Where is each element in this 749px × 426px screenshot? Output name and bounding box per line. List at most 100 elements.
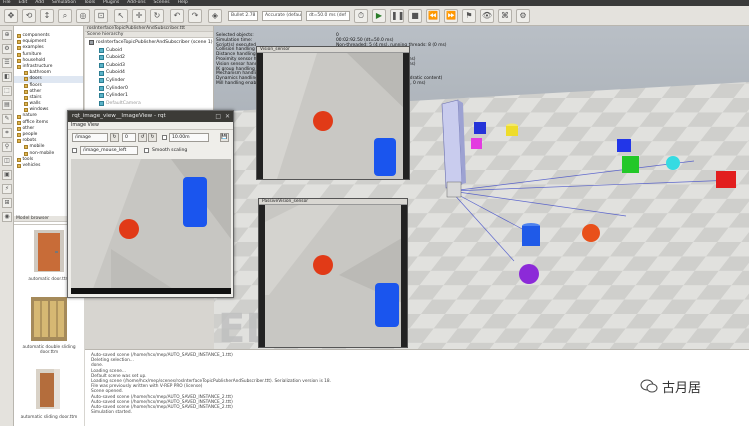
folder-icon bbox=[24, 71, 28, 76]
thumbnail-caption: automatic double sliding door.ttm bbox=[22, 345, 76, 355]
passive-vision-sensor-window[interactable]: PassiveVision_sensor bbox=[258, 198, 408, 348]
folder-icon bbox=[17, 40, 21, 45]
scene-tool-11-button[interactable]: ▣ bbox=[2, 170, 12, 180]
speed-up-button[interactable]: ⏩ bbox=[444, 9, 458, 23]
rotate-camera-button[interactable]: ⟲ bbox=[22, 9, 36, 23]
camera-angle-button[interactable]: ◎ bbox=[76, 9, 90, 23]
redo-button[interactable]: ↷ bbox=[188, 9, 202, 23]
folder-icon bbox=[17, 46, 21, 51]
thumbnail-caption: automatic sliding door.ttm bbox=[20, 415, 78, 420]
blue-cube bbox=[474, 122, 486, 134]
scene-tool-4-button[interactable]: ◧ bbox=[2, 72, 12, 82]
mouse-topic-field[interactable]: /image_mouse_left bbox=[80, 146, 138, 155]
shape-icon bbox=[99, 101, 104, 107]
scene-tool-8-button[interactable]: ⌗ bbox=[2, 128, 12, 138]
shift-camera-button[interactable]: ↕ bbox=[40, 9, 54, 23]
physics-engine-select[interactable]: Bullet 2.78 bbox=[228, 11, 258, 21]
shape-icon bbox=[99, 93, 104, 99]
scene-object-label: Cuboid bbox=[106, 47, 123, 53]
scene-object-item[interactable]: Cylinder bbox=[89, 77, 213, 85]
double-door-thumbnail-image bbox=[31, 297, 67, 341]
rqt-title-bar[interactable]: rqt_image_view__ImageView - rqt ✕ □ bbox=[68, 111, 233, 122]
scene-tool-12-button[interactable]: ⚡ bbox=[2, 184, 12, 194]
folder-icon bbox=[24, 89, 28, 94]
scene-tool-14-button[interactable]: ◉ bbox=[2, 212, 12, 222]
scene-tool-3-button[interactable]: ☰ bbox=[2, 58, 12, 68]
folder-icon bbox=[24, 83, 28, 88]
rotate-right-icon[interactable]: ↻ bbox=[148, 133, 157, 142]
zoom-spinbox[interactable]: 10.00m bbox=[169, 133, 209, 142]
left-toolbar: ⊕ ⚙ ☰ ◧ ⬚ ▤ ✎ ⌗ ⚲ ◫ ▣ ⚡ ⊞ ◉ bbox=[0, 26, 14, 426]
rqt-image-view-window[interactable]: rqt_image_view__ImageView - rqt ✕ □ Imag… bbox=[67, 110, 234, 298]
main-toolbar: ✥ ⟲ ↕ ⌕ ◎ ⊡ ↖ ✛ ↻ ↶ ↷ ◈ Bullet 2.78 Accu… bbox=[0, 6, 749, 26]
rotate-object-button[interactable]: ↻ bbox=[150, 9, 164, 23]
wechat-icon bbox=[640, 379, 658, 393]
visualization-button[interactable]: 👁 bbox=[480, 9, 494, 23]
fit-to-view-button[interactable]: ⊡ bbox=[94, 9, 108, 23]
folder-icon bbox=[24, 95, 28, 100]
scene-object-item[interactable]: DefaultCamera bbox=[89, 100, 213, 108]
settings-button[interactable]: ⚙ bbox=[516, 9, 530, 23]
rotation-select[interactable]: 0 bbox=[122, 133, 136, 142]
scene-tool-13-button[interactable]: ⊞ bbox=[2, 198, 12, 208]
pause-simulation-button[interactable]: ❚❚ bbox=[390, 9, 404, 23]
mouse-publish-checkbox[interactable] bbox=[72, 148, 77, 153]
rotate-left-icon[interactable]: ↺ bbox=[138, 133, 147, 142]
scene-tool-2-button[interactable]: ⚙ bbox=[2, 44, 12, 54]
scene-tool-9-button[interactable]: ⚲ bbox=[2, 142, 12, 152]
realtime-button[interactable]: ⏱ bbox=[354, 9, 368, 23]
accuracy-select[interactable]: Accurate (default) bbox=[262, 11, 302, 21]
move-camera-button[interactable]: ✥ bbox=[4, 9, 18, 23]
start-simulation-button[interactable]: ▶ bbox=[372, 9, 386, 23]
scene-object-item[interactable]: Cylinder0 bbox=[89, 85, 213, 93]
scene-root-item[interactable]: rosInterfaceTopicPublisherAndSubscriber … bbox=[89, 39, 213, 47]
scene-object-label: Cylinder0 bbox=[106, 85, 128, 91]
close-icon[interactable]: ✕ bbox=[225, 111, 230, 122]
dynamic-range-checkbox[interactable] bbox=[162, 135, 167, 140]
timestep-select[interactable]: dt=50.0 ms (def bbox=[306, 11, 350, 21]
folder-icon bbox=[17, 34, 21, 39]
zoom-camera-button[interactable]: ⌕ bbox=[58, 9, 72, 23]
folder-icon bbox=[17, 52, 21, 57]
translate-object-button[interactable]: ✛ bbox=[132, 9, 146, 23]
model-thumbnail[interactable]: automatic sliding door.ttm bbox=[14, 363, 84, 426]
model-thumbnail[interactable]: automatic double sliding door.ttm bbox=[14, 293, 84, 357]
scene-object-item[interactable]: Cuboid4 bbox=[89, 69, 213, 77]
scene-object-item[interactable]: Cuboid2 bbox=[89, 54, 213, 62]
vision-sensor-window[interactable]: Vision_sensor bbox=[256, 46, 410, 180]
slow-down-button[interactable]: ⏪ bbox=[426, 9, 440, 23]
scene-object-label: Cuboid2 bbox=[106, 55, 125, 61]
scene-tool-10-button[interactable]: ◫ bbox=[2, 156, 12, 166]
folder-icon bbox=[17, 157, 21, 162]
thread-button[interactable]: ⚑ bbox=[462, 9, 476, 23]
folder-icon bbox=[24, 108, 28, 113]
folder-icon bbox=[17, 58, 21, 63]
undo-button[interactable]: ↶ bbox=[170, 9, 184, 23]
scene-object-label: Cylinder bbox=[106, 77, 126, 83]
scene-object-item[interactable]: Cuboid3 bbox=[89, 62, 213, 70]
camera-view-button[interactable]: ⌘ bbox=[498, 9, 512, 23]
scene-object-item[interactable]: Cuboid bbox=[89, 47, 213, 55]
folder-icon bbox=[24, 77, 28, 82]
maximize-icon[interactable]: □ bbox=[215, 111, 221, 122]
scene-object-item[interactable]: Cylinder1 bbox=[89, 92, 213, 100]
refresh-icon[interactable]: ↻ bbox=[110, 133, 119, 142]
scene-tool-7-button[interactable]: ✎ bbox=[2, 114, 12, 124]
select-button[interactable]: ↖ bbox=[114, 9, 128, 23]
scene-hierarchy-tree: rosInterfaceTopicPublisherAndSubscriber … bbox=[85, 38, 213, 107]
folder-icon bbox=[17, 65, 21, 70]
sliding-door-thumbnail-image bbox=[36, 369, 60, 409]
folder-icon bbox=[24, 151, 28, 156]
folder-icon bbox=[17, 164, 21, 169]
scene-tool-6-button[interactable]: ▤ bbox=[2, 100, 12, 110]
dynamic-content-button[interactable]: ◈ bbox=[208, 9, 222, 23]
stop-simulation-button[interactable]: ■ bbox=[408, 9, 422, 23]
scene-tool-1-button[interactable]: ⊕ bbox=[2, 30, 12, 40]
save-image-icon[interactable]: 💾 bbox=[220, 133, 229, 142]
shape-icon bbox=[99, 47, 104, 53]
scene-tool-5-button[interactable]: ⬚ bbox=[2, 86, 12, 96]
shape-icon bbox=[99, 85, 104, 91]
smooth-scaling-checkbox[interactable] bbox=[144, 148, 149, 153]
vision-sensor-image bbox=[257, 53, 409, 179]
topic-select[interactable]: /image bbox=[72, 133, 108, 142]
